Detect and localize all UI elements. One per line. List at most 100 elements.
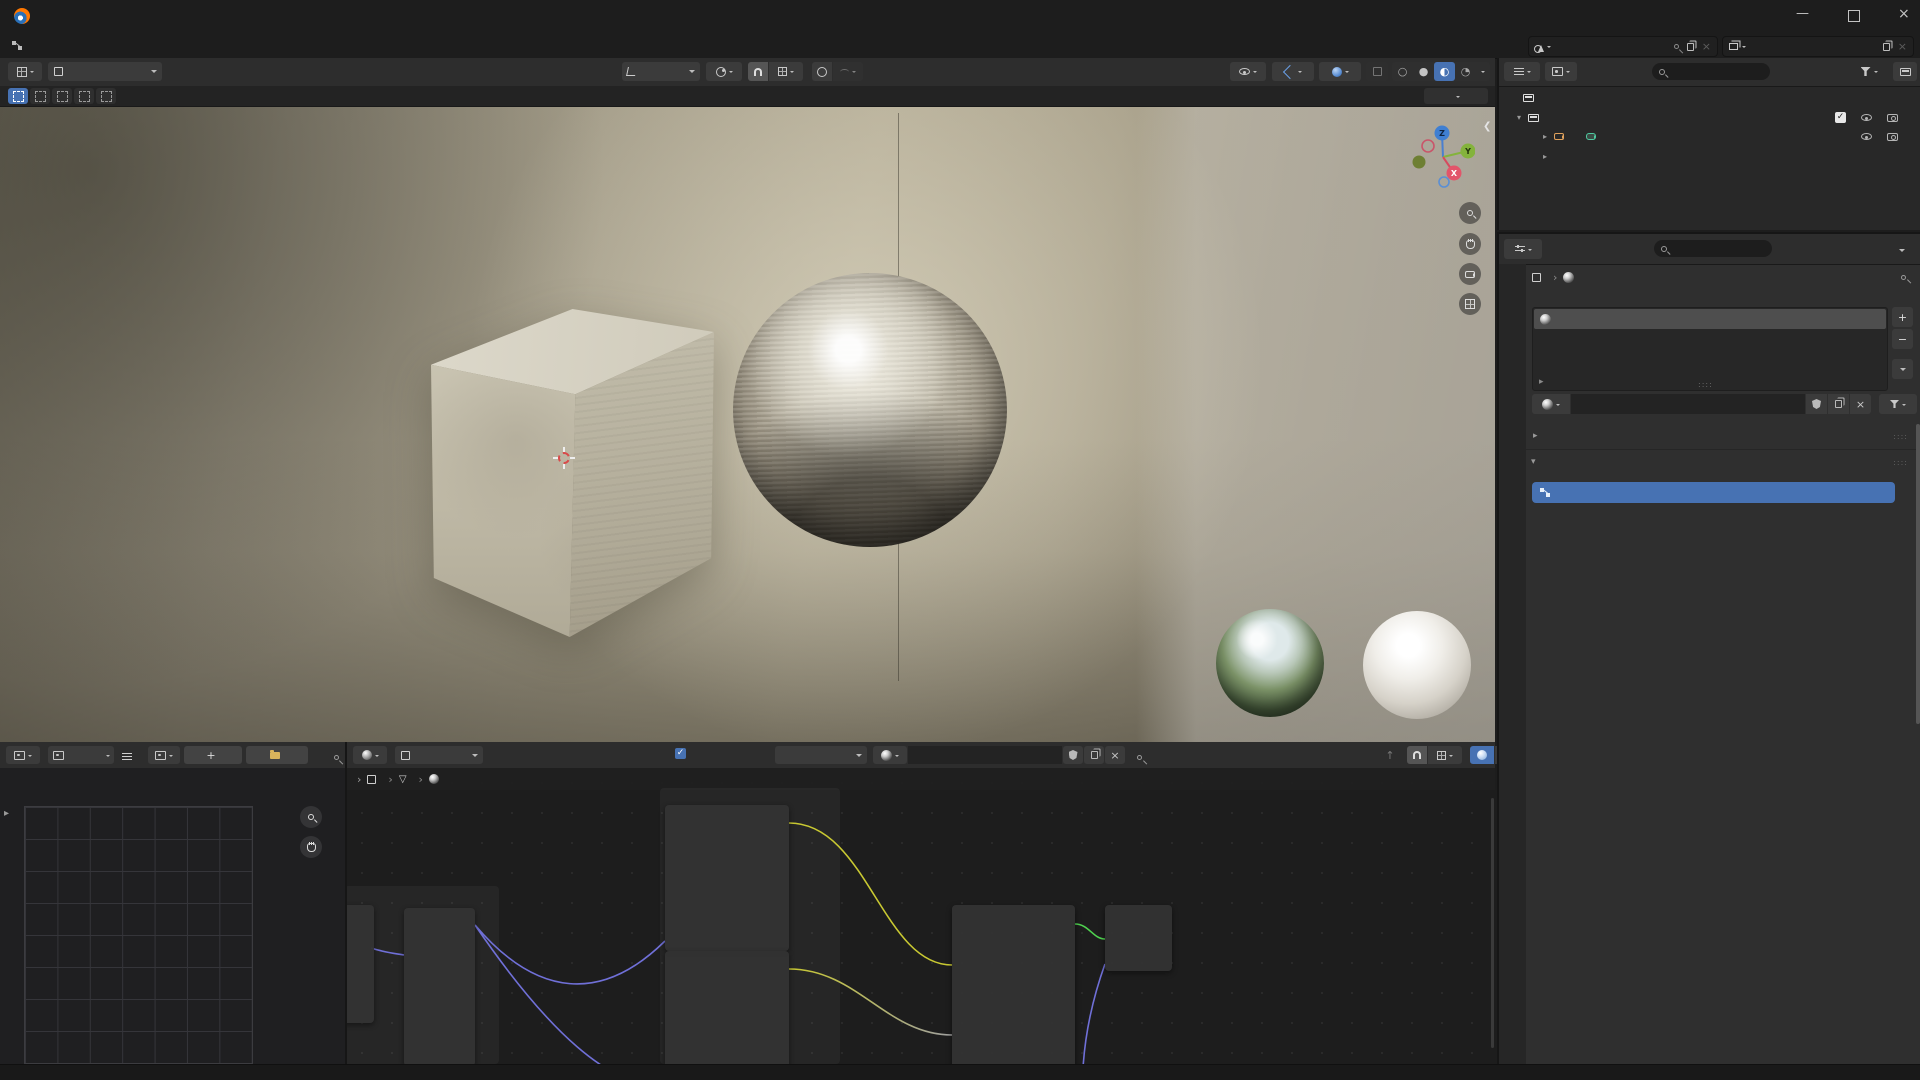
shading-wireframe-button[interactable]: ○	[1392, 62, 1413, 81]
menus-collapsed-icon[interactable]	[122, 753, 132, 761]
select-tool-4[interactable]	[96, 88, 116, 104]
select-tool-1[interactable]	[30, 88, 50, 104]
select-tool-3[interactable]	[74, 88, 94, 104]
mode-dropdown[interactable]	[48, 62, 162, 81]
show-overlays-toggle[interactable]	[1470, 746, 1494, 764]
resize-grip[interactable]: ::::	[1698, 380, 1713, 389]
show-overlays-toggle[interactable]	[1319, 62, 1361, 81]
panel-preview[interactable]: ▸ ::::	[1529, 427, 1918, 445]
outliner-item-cube[interactable]: ▸	[1499, 147, 1920, 166]
use-nodes-button[interactable]	[1532, 482, 1895, 503]
outliner-search-input[interactable]	[1652, 63, 1770, 80]
canvas-scrollbar[interactable]	[1491, 798, 1494, 1048]
remove-slot-button[interactable]: −	[1892, 329, 1913, 349]
slot-specials-dropdown[interactable]	[1892, 359, 1913, 379]
blender-menu-icon[interactable]	[12, 41, 22, 50]
shader-node-canvas[interactable]: › › ▽ ›	[347, 768, 1495, 1064]
display-mode-dropdown[interactable]	[1504, 62, 1540, 81]
drag-grip[interactable]: ::::	[1893, 458, 1908, 467]
node-principled-bsdf[interactable]	[952, 905, 1075, 1064]
pin-icon[interactable]	[1674, 44, 1679, 49]
properties-search-input[interactable]	[1654, 240, 1772, 257]
drag-grip[interactable]: ::::	[1893, 432, 1908, 441]
unlink-material-button[interactable]: ×	[1850, 394, 1871, 414]
remove-view-layer-icon[interactable]: ×	[1898, 40, 1907, 53]
shading-solid-button[interactable]: ●	[1413, 62, 1434, 81]
disable-render-icon[interactable]	[1887, 133, 1898, 141]
material-datablock-dropdown[interactable]	[873, 746, 907, 764]
disclosure-closed-icon[interactable]: ▸	[1543, 152, 1547, 161]
cube-object[interactable]	[431, 309, 714, 637]
minimize-button[interactable]: —	[1796, 6, 1809, 21]
visibility-dropdown[interactable]	[1230, 62, 1266, 81]
maximize-button[interactable]	[1848, 10, 1860, 22]
browse-material-dropdown[interactable]	[1532, 394, 1570, 414]
sidebar-collapse-arrow[interactable]: ❮	[1483, 121, 1491, 132]
new-view-layer-icon[interactable]	[1883, 43, 1890, 51]
material-name-field[interactable]	[1571, 394, 1805, 414]
pin-icon[interactable]	[1137, 755, 1142, 760]
fake-user-button[interactable]	[1806, 394, 1827, 414]
camera-view-button[interactable]	[1459, 263, 1481, 285]
outliner-item-camera[interactable]: ▸	[1499, 127, 1920, 146]
add-slot-button[interactable]: +	[1892, 307, 1913, 327]
proportional-editing-toggle[interactable]	[812, 62, 832, 81]
new-material-button[interactable]	[1084, 746, 1104, 764]
outliner-scene-collection[interactable]	[1499, 88, 1920, 107]
editor-type-button[interactable]	[8, 62, 42, 81]
outliner-collection[interactable]: ▾✓	[1499, 108, 1920, 127]
shading-rendered-button[interactable]: ◔	[1455, 62, 1476, 81]
image-view-menu[interactable]	[48, 746, 114, 764]
node-mapping[interactable]	[404, 908, 475, 1064]
navigation-gizmo[interactable]: Z Y X	[1411, 125, 1475, 189]
pivot-point-button[interactable]	[706, 62, 742, 81]
unlink-material-button[interactable]: ×	[1105, 746, 1125, 764]
parent-node-tree-button[interactable]: ↑	[1379, 746, 1401, 764]
filter-dropdown[interactable]	[1851, 62, 1887, 81]
material-slot-item[interactable]	[1534, 309, 1886, 329]
xray-toggle[interactable]	[1366, 62, 1388, 81]
zoom-button[interactable]	[1459, 202, 1481, 224]
image-editor-canvas[interactable]: ▸	[0, 768, 347, 1064]
shader-type-dropdown[interactable]	[395, 746, 483, 764]
pan-button[interactable]	[300, 836, 322, 858]
hdri-preview-ball[interactable]	[1216, 609, 1324, 717]
proportional-falloff-dropdown[interactable]	[833, 62, 863, 81]
snap-target-dropdown[interactable]	[1428, 746, 1462, 764]
editor-type-button[interactable]	[1504, 239, 1542, 259]
node-image-texture-metallic[interactable]	[665, 951, 789, 1064]
hide-eye-icon[interactable]	[1861, 114, 1872, 121]
pan-button[interactable]	[1459, 233, 1481, 255]
material-name-field[interactable]	[908, 746, 1062, 764]
new-material-button[interactable]	[1828, 394, 1849, 414]
hide-eye-icon[interactable]	[1861, 133, 1872, 140]
image-datablock-dropdown[interactable]	[148, 746, 180, 764]
unlink-scene-icon[interactable]: ×	[1702, 40, 1711, 53]
sphere-object[interactable]	[733, 273, 1007, 547]
editor-type-button[interactable]	[6, 746, 40, 764]
snap-toggle[interactable]	[748, 62, 768, 81]
shading-material-button[interactable]: ◐	[1434, 62, 1455, 81]
properties-scrollbar[interactable]	[1916, 424, 1920, 724]
disclosure-open-icon[interactable]: ▾	[1517, 113, 1521, 122]
snap-target-dropdown[interactable]	[769, 62, 803, 81]
disclosure-closed-icon[interactable]: ▸	[1543, 132, 1547, 141]
show-gizmo-toggle[interactable]	[1272, 62, 1314, 81]
open-image-button[interactable]	[246, 746, 308, 764]
shading-dropdown[interactable]	[1476, 62, 1490, 81]
filter-type-dropdown[interactable]	[1545, 62, 1577, 81]
snap-toggle[interactable]	[1407, 746, 1427, 764]
new-scene-icon[interactable]	[1687, 43, 1694, 51]
node-image-texture-base-color[interactable]	[665, 805, 789, 951]
collection-checkbox[interactable]: ✓	[1835, 112, 1846, 123]
matcap-preview-ball[interactable]	[1363, 611, 1471, 719]
select-tool-0[interactable]	[8, 88, 28, 104]
ortho-toggle-button[interactable]	[1459, 293, 1481, 315]
node-material-output[interactable]	[1105, 905, 1172, 971]
disable-render-icon[interactable]	[1887, 114, 1898, 122]
node-texture-coordinate[interactable]	[347, 905, 374, 1023]
new-image-button[interactable]: +	[184, 746, 242, 764]
options-button[interactable]	[1424, 88, 1488, 104]
close-button[interactable]: ×	[1898, 6, 1910, 22]
pin-icon[interactable]	[1901, 275, 1906, 280]
